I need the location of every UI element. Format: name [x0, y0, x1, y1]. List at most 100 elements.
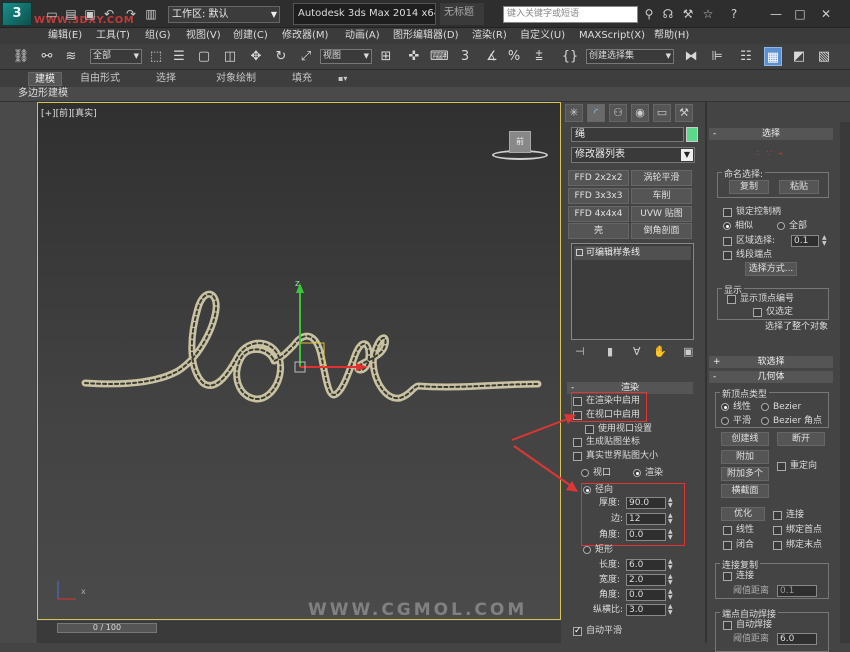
- favorites-icon[interactable]: ☆: [700, 6, 716, 22]
- select-by-button[interactable]: 选择方式...: [745, 262, 797, 276]
- menu-customize[interactable]: 自定义(U): [520, 28, 565, 44]
- minimize-icon[interactable]: —: [768, 6, 784, 22]
- break-button[interactable]: 断开: [777, 432, 825, 446]
- stack-item[interactable]: 可编辑样条线: [574, 246, 691, 260]
- create-tab-icon[interactable]: ✳: [565, 104, 583, 122]
- select-object-icon[interactable]: ⬚: [147, 47, 165, 66]
- bind-spacewarp-icon[interactable]: ≋: [62, 47, 80, 66]
- menu-modifiers[interactable]: 修改器(M): [282, 28, 328, 44]
- connect-checkbox[interactable]: 连接: [773, 509, 804, 521]
- menu-maxscript[interactable]: MAXScript(X): [579, 28, 645, 44]
- bind-last-checkbox[interactable]: 绑定末点: [773, 539, 822, 551]
- open-file-icon[interactable]: ▤: [63, 6, 79, 22]
- segment-end-checkbox[interactable]: 线段端点: [723, 249, 772, 261]
- panel-scrollbar[interactable]: [840, 122, 850, 643]
- cross-section-button[interactable]: 横截面: [721, 484, 769, 498]
- ribbon-options-icon[interactable]: ▪▾: [332, 72, 353, 86]
- attach-button[interactable]: 附加: [721, 450, 769, 464]
- project-folder-icon[interactable]: ▥: [143, 6, 159, 22]
- binoculars-icon[interactable]: ⚲: [641, 6, 657, 22]
- make-unique-icon[interactable]: ∀: [633, 345, 641, 358]
- remove-modifier-icon[interactable]: ✋: [653, 345, 667, 358]
- workspace-dropdown[interactable]: 工作区: 默认 ▼: [168, 6, 280, 23]
- reorient-checkbox[interactable]: 重定向: [777, 460, 817, 472]
- save-icon[interactable]: ▣: [82, 6, 98, 22]
- generate-mapping-checkbox[interactable]: 生成贴图坐标: [573, 436, 640, 448]
- menu-group[interactable]: 组(G): [145, 28, 171, 44]
- menu-edit[interactable]: 编辑(E): [48, 28, 82, 44]
- configure-sets-icon[interactable]: ▣: [683, 345, 693, 358]
- graphite-toggle-icon[interactable]: ▦: [764, 47, 782, 66]
- modifier-button[interactable]: FFD 3x3x3: [568, 188, 629, 204]
- real-world-map-checkbox[interactable]: 真实世界贴图大小: [573, 450, 658, 462]
- app-logo-icon[interactable]: 3: [2, 2, 32, 26]
- hierarchy-tab-icon[interactable]: ⚇: [609, 104, 627, 122]
- maximize-icon[interactable]: □: [792, 6, 808, 22]
- show-end-result-icon[interactable]: ▮: [607, 345, 613, 358]
- edit-named-sets-icon[interactable]: {}: [561, 47, 579, 66]
- all-radio[interactable]: 全部: [777, 220, 807, 232]
- select-by-name-icon[interactable]: ☰: [170, 47, 188, 66]
- modifier-button[interactable]: 倒角剖面: [631, 223, 692, 239]
- time-slider[interactable]: 0 / 100: [57, 623, 157, 633]
- move-icon[interactable]: ✥: [247, 47, 265, 66]
- rectangular-radio[interactable]: 矩形: [583, 544, 613, 556]
- pin-stack-icon[interactable]: ⊣: [575, 345, 585, 358]
- bezier-radio[interactable]: Bezier: [761, 401, 801, 413]
- menu-tools[interactable]: 工具(T): [96, 28, 130, 44]
- modify-tab-icon[interactable]: ◜: [587, 104, 605, 122]
- selection-filter-dropdown[interactable]: 全部 ▼: [90, 49, 142, 64]
- undo-icon[interactable]: ↶: [101, 6, 117, 22]
- menu-animation[interactable]: 动画(A): [345, 28, 380, 44]
- modifier-button[interactable]: UVW 贴图: [631, 206, 692, 222]
- modifier-button[interactable]: FFD 2x2x2: [568, 170, 629, 186]
- rope-love-shape[interactable]: [38, 103, 562, 621]
- radial-radio[interactable]: 径向: [583, 484, 613, 496]
- subobject-icons[interactable]: ∴ ∵ ⌁: [755, 149, 795, 159]
- linear-checkbox[interactable]: 线性: [723, 524, 754, 536]
- thickness-spinner[interactable]: 厚度: 90.0 ▲ ▼: [599, 497, 673, 509]
- menu-views[interactable]: 视图(V): [186, 28, 221, 44]
- soft-selection-rollout-header[interactable]: + 软选择: [709, 356, 833, 368]
- width-spinner[interactable]: 宽度: 2.0 ▲ ▼: [599, 574, 673, 586]
- auto-smooth-checkbox[interactable]: 自动平滑: [573, 625, 622, 637]
- rect-angle-spinner[interactable]: 角度: 0.0 ▲ ▼: [599, 589, 673, 601]
- aspect-spinner[interactable]: 纵横比: 3.0 ▲ ▼: [593, 604, 673, 616]
- link-icon[interactable]: ⛓: [12, 47, 30, 66]
- angle-snap-icon[interactable]: ∡: [483, 47, 501, 66]
- linear-radio[interactable]: 线性: [721, 401, 751, 413]
- similar-radio[interactable]: 相似: [723, 220, 753, 232]
- length-spinner[interactable]: 长度: 6.0 ▲ ▼: [599, 559, 673, 571]
- mirror-icon[interactable]: ⧓: [682, 47, 700, 66]
- renderer-radio[interactable]: 渲染: [633, 467, 663, 479]
- closed-checkbox[interactable]: 闭合: [723, 539, 754, 551]
- tab-modeling[interactable]: 建模: [28, 72, 62, 86]
- rotate-icon[interactable]: ↻: [272, 47, 290, 66]
- bezier-corner-radio[interactable]: Bezier 角点: [761, 415, 822, 427]
- search-input[interactable]: 键入关键字或短语: [503, 6, 638, 23]
- tab-populate[interactable]: 填充: [286, 72, 318, 86]
- snaps-toggle-icon[interactable]: 3: [456, 47, 474, 66]
- curve-editor-icon[interactable]: ◩: [790, 47, 808, 66]
- viewport-radio[interactable]: 视口: [581, 467, 611, 479]
- modifier-stack[interactable]: 可编辑样条线: [571, 243, 694, 340]
- lock-handles-checkbox[interactable]: 锁定控制柄: [723, 206, 781, 218]
- connect-copy-checkbox[interactable]: 连接: [723, 570, 754, 582]
- window-crossing-icon[interactable]: ◫: [221, 47, 239, 66]
- pivot-center-icon[interactable]: ⊞: [377, 47, 395, 66]
- create-line-button[interactable]: 创建线: [721, 432, 769, 446]
- modifier-list-dropdown[interactable]: 修改器列表 ▼: [571, 147, 695, 163]
- use-viewport-settings-checkbox[interactable]: 使用视口设置: [585, 423, 652, 435]
- auto-weld-checkbox[interactable]: 自动焊接: [723, 619, 772, 631]
- motion-tab-icon[interactable]: ◉: [631, 104, 649, 122]
- menu-graph-editors[interactable]: 图形编辑器(D): [393, 28, 459, 44]
- tab-selection[interactable]: 选择: [150, 72, 182, 86]
- area-select-checkbox[interactable]: 区域选择:: [723, 235, 775, 247]
- help-icon[interactable]: ?: [726, 6, 742, 22]
- menu-create[interactable]: 创建(C): [233, 28, 268, 44]
- viewport-front[interactable]: [+][前][真实] 前 z x WWW.CGMOL.COM: [37, 102, 561, 620]
- expand-icon[interactable]: [576, 249, 583, 256]
- unlink-icon[interactable]: ⚯: [38, 47, 56, 66]
- keyboard-shortcut-icon[interactable]: ⌨: [430, 47, 449, 66]
- paste-button[interactable]: 粘贴: [779, 180, 819, 194]
